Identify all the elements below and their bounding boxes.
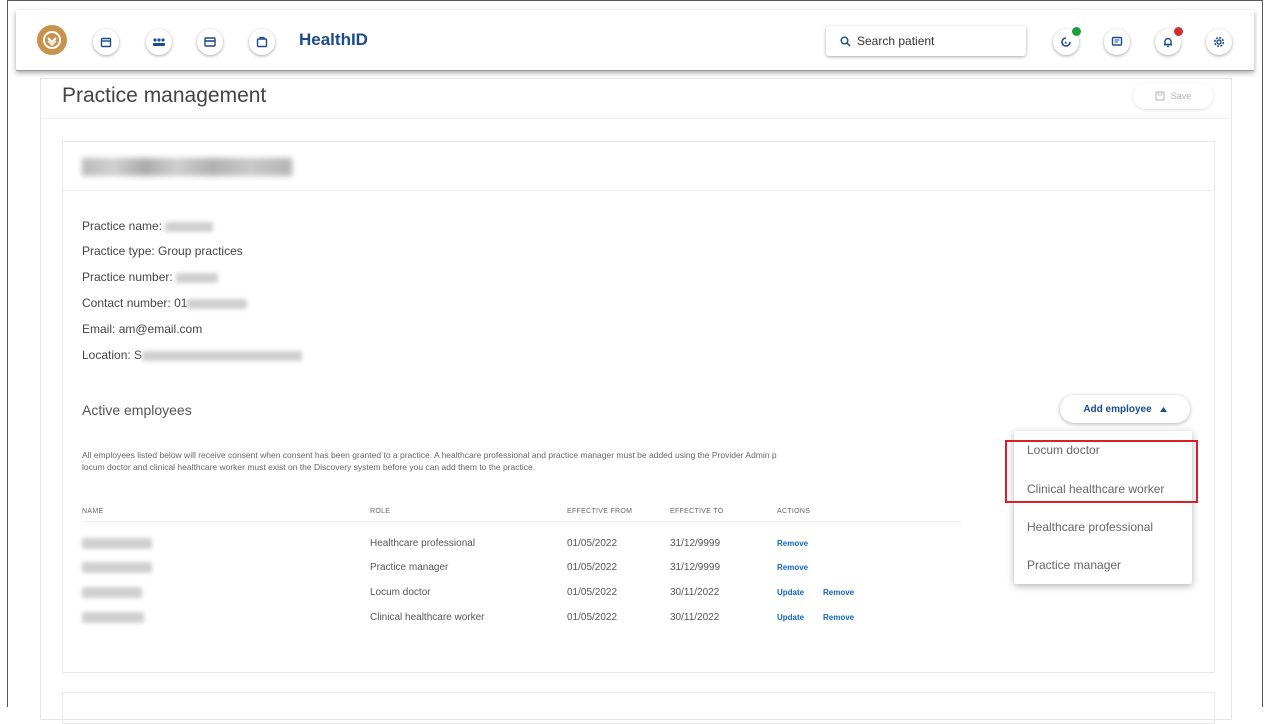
practice-name-label: Practice name: [82, 219, 163, 233]
table-header-divider [82, 521, 962, 522]
table-cell-from: 01/05/2022 [567, 562, 618, 573]
practice-type-value: Group practices [158, 244, 243, 258]
table-cell-to: 30/11/2022 [670, 612, 720, 623]
table-cell-from: 01/05/2022 [567, 587, 618, 598]
status-icon[interactable] [1053, 27, 1081, 55]
table-cell-from: 01/05/2022 [567, 538, 618, 549]
next-section-card [62, 692, 1215, 724]
remove-link[interactable]: Remove [823, 613, 854, 622]
table-cell-role: Healthcare professional [370, 538, 476, 549]
practice-card [62, 141, 1215, 673]
table-cell-to: 31/12/9999 [670, 538, 721, 549]
column-header-effective-to: EFFECTIVE TO [670, 508, 724, 515]
logo-icon[interactable] [37, 25, 67, 55]
practice-type-label: Practice type: [82, 244, 155, 258]
menu-item-practice-manager[interactable]: Practice manager [1027, 558, 1121, 572]
column-header-role: ROLE [370, 508, 391, 515]
email-value: am@email.com [118, 322, 203, 336]
notice-line-1: All employees listed below will receive … [82, 450, 777, 460]
update-link[interactable]: Update [777, 588, 804, 597]
contact-number-label: Contact number: [82, 296, 171, 310]
practice-number-label: Practice number: [82, 270, 173, 284]
add-employee-button[interactable]: Add employee [1060, 395, 1190, 423]
redacted-value [176, 272, 219, 283]
email-row: Email: am@email.com [82, 322, 202, 336]
settings-gear-icon[interactable] [1206, 29, 1232, 55]
group-icon[interactable] [146, 29, 172, 55]
brand-title[interactable]: HealthID [299, 30, 368, 50]
redacted-employee-name [82, 562, 152, 573]
card-header-divider [63, 190, 1212, 191]
location-prefix: S [134, 348, 143, 362]
menu-item-healthcare-professional[interactable]: Healthcare professional [1027, 520, 1153, 534]
save-button[interactable]: Save [1133, 83, 1213, 109]
add-employee-label: Add employee [1083, 403, 1152, 415]
table-cell-role: Clinical healthcare worker [370, 612, 485, 623]
remove-link[interactable]: Remove [823, 588, 854, 597]
practice-type-row: Practice type: Group practices [82, 244, 243, 258]
table-cell-from: 01/05/2022 [567, 612, 618, 623]
redacted-value [187, 298, 248, 309]
table-cell-role: Locum doctor [370, 587, 431, 598]
location-label: Location: [82, 348, 131, 362]
remove-link[interactable]: Remove [777, 563, 808, 572]
update-link[interactable]: Update [777, 613, 804, 622]
highlight-box [1005, 440, 1198, 503]
calendar-icon[interactable] [93, 29, 119, 55]
contact-number-row: Contact number: 01 [82, 296, 248, 310]
alert-dot [1174, 27, 1183, 36]
contact-number-prefix: 01 [174, 296, 188, 310]
save-icon [1155, 91, 1165, 101]
page-title: Practice management [62, 84, 267, 107]
table-cell-to: 30/11/2022 [670, 587, 720, 598]
consent-notice: All employees listed below will receive … [82, 449, 1022, 473]
column-header-name: NAME [82, 508, 104, 515]
search-input[interactable]: Search patient [826, 26, 1026, 56]
redacted-employee-name [82, 587, 142, 598]
briefcase-icon[interactable] [249, 29, 275, 55]
notice-line-2: locum doctor and clinical healthcare wor… [82, 462, 536, 472]
table-cell-role: Practice manager [370, 562, 449, 573]
location-row: Location: S [82, 348, 303, 362]
remove-link[interactable]: Remove [777, 539, 808, 548]
redacted-value [165, 221, 214, 232]
email-label: Email: [82, 322, 116, 336]
search-icon [840, 36, 851, 47]
status-dot [1072, 27, 1081, 36]
save-label: Save [1170, 91, 1192, 101]
column-header-effective-from: EFFECTIVE FROM [567, 508, 633, 515]
redacted-employee-name [82, 538, 152, 549]
practice-name-row: Practice name: [82, 219, 214, 233]
card-icon[interactable] [197, 29, 223, 55]
message-icon[interactable] [1104, 29, 1130, 55]
title-divider [41, 118, 1229, 119]
redacted-value [142, 350, 303, 361]
redacted-practice-heading [82, 158, 292, 176]
table-cell-to: 31/12/9999 [670, 562, 721, 573]
bell-icon[interactable] [1155, 27, 1183, 55]
redacted-employee-name [82, 612, 144, 623]
active-employees-heading: Active employees [82, 402, 192, 418]
top-navigation-bar: HealthID Search patient [16, 10, 1254, 71]
column-header-actions: ACTIONS [777, 508, 811, 515]
practice-number-row: Practice number: [82, 270, 219, 284]
caret-up-icon [1159, 406, 1167, 412]
search-placeholder: Search patient [857, 34, 935, 48]
